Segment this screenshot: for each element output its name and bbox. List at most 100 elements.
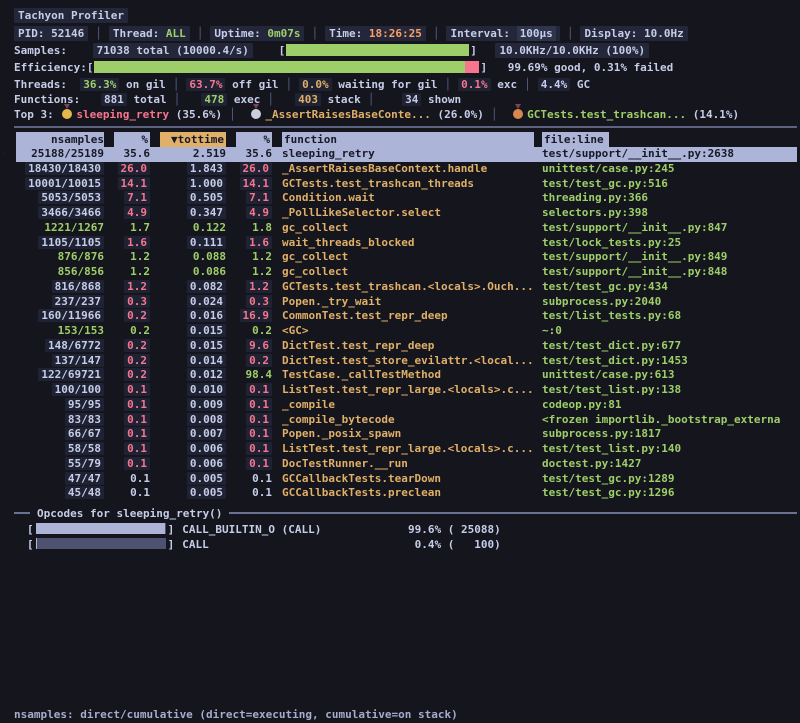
cell-tottime: 0.005 [150,472,226,487]
cell-pct: 0.1 [104,486,150,501]
cell-nsamples: 10001/10015 [16,177,104,192]
column-header-%[interactable]: % [104,132,150,147]
table-row[interactable]: 83/830.10.0080.1_compile_bytecode<frozen… [16,413,797,428]
thread-stat: 4.4% GC [538,78,590,91]
cell-function: ListTest.test_repr_large.<locals>.c... [282,442,534,457]
status-segment: PID: 52146 [14,26,88,41]
cell-file-line: test/test_gc.py:1289 [542,472,797,487]
status-value: 18:26:25 [369,27,422,40]
cell-tottime: 0.005 [150,486,226,501]
thread-stat: 36.3% on gil [80,78,165,91]
cell-tottime: 0.016 [150,309,226,324]
table-row[interactable]: 58/580.10.0060.1ListTest.test_repr_large… [16,442,797,457]
top3-item: GCTests.test_trashcan... (14.1%) [505,108,740,121]
separator: │ [491,108,498,121]
table-row[interactable]: 66/670.10.0070.1Popen._posix_spawnsubpro… [16,427,797,442]
separator: │ [229,108,236,121]
cell-tottime: 0.008 [150,413,226,428]
table-row[interactable]: 856/8561.20.0861.2gc_collecttest/support… [16,265,797,280]
table-row[interactable]: 122/697210.20.01298.4TestCase._callTestM… [16,368,797,383]
threads-row: Threads: 36.3% on gil│63.7% off gil│0.0%… [0,77,800,93]
threads-label: Threads: [14,78,67,91]
cell-cumpct: 0.1 [226,427,272,442]
separator: │ [267,93,274,106]
column-header-nsamples[interactable]: nsamples [16,132,104,147]
samples-bar-open: [ [279,44,286,57]
table-row[interactable]: 237/2370.30.0240.3Popen._try_waitsubproc… [16,295,797,310]
table-top-rule [14,126,797,128]
cell-file-line: threading.py:366 [542,191,797,206]
column-header-file-line[interactable]: file:line [542,132,797,147]
cell-cumpct: 0.1 [226,457,272,472]
functions-stat: 403 stack [281,93,361,106]
table-row[interactable]: 1221/12671.70.1221.8gc_collecttest/suppo… [16,221,797,236]
cell-cumpct: 14.1 [226,177,272,192]
opcode-bar [36,523,166,534]
table-row[interactable]: 10001/1001514.11.00014.1GCTests.test_tra… [16,177,797,192]
column-header-tottime[interactable]: ▼tottime [150,132,226,147]
table-row[interactable]: 1105/11051.60.1111.6wait_threads_blocked… [16,236,797,251]
efficiency-bar-close: ] [480,61,487,74]
opcodes-dash-left [14,512,30,514]
separator: │ [173,78,180,91]
table-row[interactable]: 95/950.10.0090.1_compilecodeop.py:81 [16,398,797,413]
cell-file-line: test/test_dict.py:677 [542,339,797,354]
cell-pct: 4.9 [104,206,150,221]
samples-label: Samples: [14,44,67,57]
table-row[interactable]: 148/67720.20.0159.6DictTest.test_repr_de… [16,339,797,354]
cell-cumpct: 1.2 [226,265,272,280]
cell-pct: 1.2 [104,280,150,295]
samples-bar-close: ] [470,44,477,57]
status-value: 10.0Hz [644,27,684,40]
samples-row: Samples: 71038 total (10000.4/s) [] 10.0… [0,43,800,60]
table-row[interactable]: 153/1530.20.0150.2<GC>~:0 [16,324,797,339]
cell-nsamples: 5053/5053 [16,191,104,206]
status-value: ALL [166,27,186,40]
cell-pct: 0.1 [104,383,150,398]
column-header-%[interactable]: % [226,132,272,147]
table-row[interactable]: 47/470.10.0050.1GCCallbackTests.tearDown… [16,472,797,487]
functions-stat: 881 total [87,93,167,106]
cell-file-line: test/support/__init__.py:2638 [542,147,797,162]
cell-nsamples: 3466/3466 [16,206,104,221]
table-row[interactable]: 3466/34664.90.3474.9_PollLikeSelector.se… [16,206,797,221]
cell-cumpct: 9.6 [226,339,272,354]
table-row[interactable]: 160/119660.20.01616.9CommonTest.test_rep… [16,309,797,324]
cell-pct: 0.1 [104,398,150,413]
cell-file-line: <frozen importlib._bootstrap_externa [542,413,797,428]
cell-function: GCCallbackTests.preclean [282,486,534,501]
table-row[interactable]: 45/480.10.0050.1GCCallbackTests.preclean… [16,486,797,501]
cell-nsamples: 47/47 [16,472,104,487]
top3-item: sleeping_retry (35.6%) [54,108,222,121]
cell-tottime: 0.122 [150,221,226,236]
cell-cumpct: 4.9 [226,206,272,221]
separator: │ [445,78,452,91]
separator: │ [567,27,574,40]
cell-tottime: 0.006 [150,457,226,472]
table-row[interactable]: 18430/1843026.01.84326.0_AssertRaisesBas… [16,162,797,177]
table-row[interactable]: ►25188/2518935.62.51935.6sleeping_retryt… [16,147,797,162]
cell-tottime: 0.010 [150,383,226,398]
cell-nsamples: 816/868 [16,280,104,295]
table-header: nsamples%▼tottime% function file:line [16,132,797,147]
separator: │ [368,93,375,106]
cell-cumpct: 1.6 [226,236,272,251]
table-row[interactable]: 137/1470.20.0140.2DictTest.test_store_ev… [16,354,797,369]
cell-nsamples: 856/856 [16,265,104,280]
table-row[interactable]: 5053/50537.10.5057.1Condition.waitthread… [16,191,797,206]
status-segment: Thread: ALL [109,26,190,41]
table-row[interactable]: 100/1000.10.0100.1ListTest.test_repr_lar… [16,383,797,398]
table-row[interactable]: 816/8681.20.0821.2GCTests.test_trashcan.… [16,280,797,295]
table-row[interactable]: 55/790.10.0060.1DocTestRunner.__rundocte… [16,457,797,472]
separator: │ [433,27,440,40]
efficiency-bar-open: [ [87,61,94,74]
cell-nsamples: 1221/1267 [16,221,104,236]
cell-tottime: 1.000 [150,177,226,192]
cell-tottime: 0.014 [150,354,226,369]
cell-function: Condition.wait [282,191,534,206]
efficiency-row: Efficiency:[] 99.69% good, 0.31% failed [0,60,800,77]
table-row[interactable]: 876/8761.20.0881.2gc_collecttest/support… [16,250,797,265]
cell-file-line: doctest.py:1427 [542,457,797,472]
medal-silver-icon [251,109,261,119]
column-header-function[interactable]: function [282,132,534,147]
